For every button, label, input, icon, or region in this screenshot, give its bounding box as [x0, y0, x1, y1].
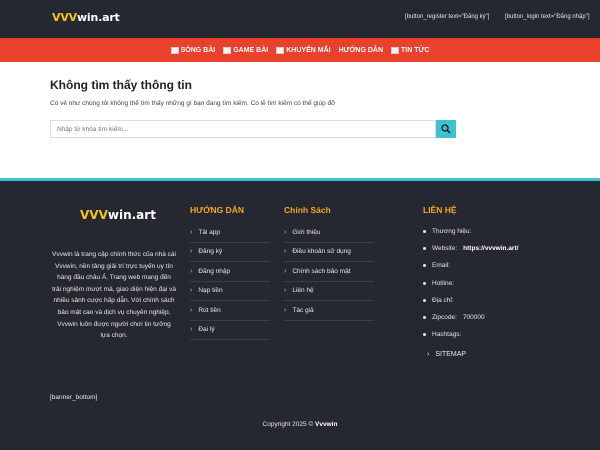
nav-item-game-bai[interactable]: GAME BÀI	[223, 46, 268, 54]
guide-item-dang-ky[interactable]: › Đăng ký	[190, 243, 270, 262]
nav-item-khuyen-mai[interactable]: KHUYẾN MÃI	[276, 46, 331, 54]
contact-hotline: Hotline:	[423, 275, 518, 292]
search-icon	[441, 124, 451, 134]
chevron-right-icon: ›	[427, 351, 430, 358]
main-content: Không tìm thấy thông tin Có vẻ như chúng…	[0, 62, 600, 178]
sitemap-link[interactable]: › SITEMAP	[427, 351, 466, 358]
policy-column-title: Chính Sách	[284, 205, 331, 215]
policy-list: › Giới thiệu › Điều khoản sử dụng › Chính s…	[284, 223, 374, 321]
contact-list: Thương hiệu: Website: https://vvvwin.art/…	[423, 223, 518, 343]
page-description: Có vẻ như chúng tôi không thể tìm thấy n…	[50, 100, 336, 107]
contact-email: Email:	[423, 257, 518, 274]
chevron-right-icon: ›	[190, 326, 193, 334]
image-placeholder-icon	[170, 46, 179, 54]
chevron-right-icon: ›	[190, 228, 193, 236]
chevron-right-icon: ›	[284, 248, 287, 256]
login-button[interactable]: [button_login text="Đăng nhập"]	[505, 14, 590, 20]
policy-item-bao-mat[interactable]: › Chính sách bảo mật	[284, 262, 374, 282]
chevron-right-icon: ›	[190, 306, 193, 314]
website-link[interactable]: https://vvvwin.art/	[463, 245, 518, 252]
nav-item-huong-dan[interactable]: HƯỚNG DẪN	[339, 47, 383, 54]
register-button[interactable]: [button_register text="Đăng ký"]	[405, 14, 489, 20]
guide-column-title: HƯỚNG DẪN	[190, 205, 244, 215]
search-button[interactable]	[436, 120, 456, 138]
footer-description: Vvvwin là trang cập chính thức của nhà c…	[52, 251, 176, 340]
chevron-right-icon: ›	[284, 287, 287, 295]
image-placeholder-icon	[391, 46, 400, 54]
contact-hashtags: Hashtags:	[423, 326, 518, 343]
policy-item-lien-he[interactable]: › Liên hệ	[284, 282, 374, 301]
bullet-icon	[423, 333, 426, 337]
guide-item-nap-tien[interactable]: › Nạp tiền	[190, 282, 270, 301]
chevron-right-icon: ›	[190, 267, 193, 275]
site-footer: VVVwin.art Vvvwin là trang cập chính thứ…	[0, 178, 600, 450]
chevron-right-icon: ›	[284, 228, 287, 236]
contact-brand: Thương hiệu:	[423, 223, 518, 240]
guide-item-rut-tien[interactable]: › Rút tiền	[190, 301, 270, 321]
guide-item-tai-app[interactable]: › Tải app	[190, 223, 270, 243]
policy-item-tac-gia[interactable]: › Tác giả	[284, 301, 374, 321]
guide-list: › Tải app › Đăng ký › Đăng nhập › Nạp tiền ›…	[190, 223, 270, 340]
search-input[interactable]	[50, 120, 436, 138]
site-logo[interactable]: VVVwin.art	[52, 11, 120, 24]
guide-item-dai-ly[interactable]: › Đại lý	[190, 321, 270, 340]
bullet-icon	[423, 247, 426, 251]
bullet-icon	[423, 298, 426, 302]
bullet-icon	[423, 281, 426, 285]
page-title: Không tìm thấy thông tin	[50, 78, 192, 92]
contact-column-title: LIÊN HỆ	[423, 205, 457, 215]
chevron-right-icon: ›	[190, 248, 193, 256]
contact-zipcode: Zipcode: 700000	[423, 309, 518, 326]
nav-item-tin-tuc[interactable]: TIN TỨC	[391, 46, 429, 54]
main-nav: SÒNG BÀI GAME BÀI KHUYẾN MÃI HƯỚNG DẪN T…	[0, 38, 600, 62]
copyright: Copyright 2025 © Vvvwin	[262, 421, 338, 428]
image-placeholder-icon	[223, 46, 232, 54]
bullet-icon	[423, 316, 426, 320]
chevron-right-icon: ›	[284, 306, 287, 314]
image-placeholder-icon	[276, 46, 285, 54]
chevron-right-icon: ›	[284, 267, 287, 275]
nav-item-song-bai[interactable]: SÒNG BÀI	[170, 46, 215, 54]
footer-logo[interactable]: VVVwin.art	[80, 208, 156, 222]
policy-item-gioi-thieu[interactable]: › Giới thiệu	[284, 223, 374, 243]
bullet-icon	[423, 230, 426, 234]
policy-item-dieu-khoan[interactable]: › Điều khoản sử dụng	[284, 243, 374, 262]
chevron-right-icon: ›	[190, 287, 193, 295]
bullet-icon	[423, 264, 426, 268]
top-header: VVVwin.art [button_register text="Đăng k…	[0, 0, 600, 38]
banner-bottom: [banner_bottom]	[50, 394, 98, 401]
guide-item-dang-nhap[interactable]: › Đăng nhập	[190, 262, 270, 282]
contact-address: Địa chỉ:	[423, 292, 518, 309]
contact-website: Website: https://vvvwin.art/	[423, 240, 518, 257]
